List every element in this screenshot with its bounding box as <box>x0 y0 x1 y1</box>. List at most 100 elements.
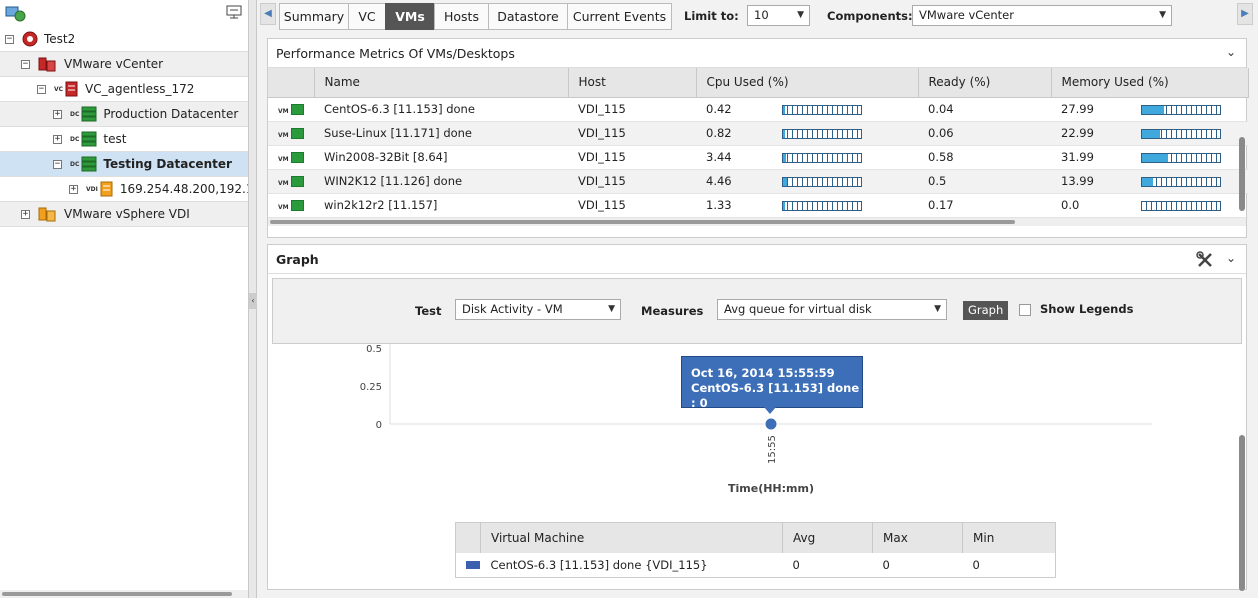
vsphere-vdi-icon <box>38 207 56 222</box>
panel-title: Graph <box>276 251 319 267</box>
vertical-scrollbar[interactable] <box>1239 137 1245 211</box>
test-select[interactable]: Disk Activity - VM ▼ <box>455 299 621 320</box>
vm-host: VDI_115 <box>568 145 696 170</box>
cpu-cell: 4.46 <box>696 169 918 194</box>
graph-filter-box: Test Disk Activity - VM ▼ Measures Avg q… <box>272 278 1242 344</box>
panel-splitter[interactable]: ‹ <box>249 0 257 598</box>
chevron-down-icon: ▼ <box>608 304 615 314</box>
table-row[interactable]: VM CentOS-6.3 [11.153] done VDI_115 0.42 0.0… <box>268 97 1248 122</box>
collapse-toggle[interactable]: − <box>21 59 30 69</box>
collapse-toggle[interactable]: − <box>5 34 14 44</box>
tab-datastore[interactable]: Datastore <box>488 3 568 30</box>
column-header-memory[interactable]: Memory Used (%) <box>1051 68 1249 98</box>
y-tick-label: 0 <box>376 420 382 431</box>
vm-tag: VM <box>278 204 289 211</box>
vm-name: win2k12r2 [11.157] <box>314 193 568 218</box>
column-header-host[interactable]: Host <box>568 68 697 98</box>
panel-header: Graph ⌄ <box>268 245 1246 274</box>
scroll-right-icon[interactable]: ▶ <box>1237 3 1253 25</box>
expand-toggle[interactable]: + <box>21 209 30 219</box>
memory-value: 22.99 <box>1061 126 1094 140</box>
y-tick-label: 0.25 <box>360 382 382 393</box>
tree-item-label: VC_agentless_172 <box>85 82 195 96</box>
table-row[interactable]: VM Suse-Linux [11.171] done VDI_115 0.82 0.0… <box>268 121 1248 146</box>
cpu-cell: 0.42 <box>696 97 918 122</box>
vm-tag: VM <box>278 108 289 115</box>
cpu-meter <box>782 200 862 211</box>
column-header-ready[interactable]: Ready (%) <box>918 68 1052 98</box>
vcenter-icon <box>38 57 56 72</box>
collapse-toggle[interactable]: − <box>37 84 46 94</box>
tree-item-label: Test2 <box>44 32 76 46</box>
legend-header-vm: Virtual Machine <box>480 522 783 553</box>
memory-cell: 27.99 <box>1051 97 1248 122</box>
tab-current-events[interactable]: Current Events <box>567 3 672 30</box>
tree-item-test2[interactable]: − Test2 <box>0 27 248 52</box>
chevron-down-icon: ▼ <box>934 304 941 314</box>
horizontal-scrollbar[interactable] <box>268 217 1246 226</box>
expand-toggle[interactable]: + <box>53 109 62 119</box>
tree-item-testing-datacenter[interactable]: − DC Testing Datacenter <box>0 152 248 177</box>
tab-vc[interactable]: VC <box>348 3 386 30</box>
vm-host: VDI_115 <box>568 97 696 122</box>
tooltip-time: Oct 16, 2014 15:55:59 <box>691 366 835 380</box>
vm-tag: VM <box>278 156 289 163</box>
cpu-meter-fill <box>783 153 786 162</box>
table-row[interactable]: VM Win2008-32Bit [8.64] VDI_115 3.44 0.58 31.… <box>268 145 1248 170</box>
tree-item-label: Production Datacenter <box>103 107 239 121</box>
tools-icon[interactable] <box>1196 251 1214 269</box>
limit-value: 10 <box>754 8 769 22</box>
tab-hosts[interactable]: Hosts <box>434 3 489 30</box>
vdi-server-icon <box>100 181 113 197</box>
components-label: Components: <box>827 9 913 23</box>
memory-meter-fill <box>1142 129 1161 138</box>
tree-item-vc-agentless[interactable]: − VC VC_agentless_172 <box>0 77 248 102</box>
cpu-value: 0.42 <box>706 102 732 116</box>
cpu-value: 0.82 <box>706 126 732 140</box>
show-legends-checkbox[interactable] <box>1019 304 1031 316</box>
scroll-left-icon[interactable]: ◀ <box>260 3 276 25</box>
column-header-cpu[interactable]: Cpu Used (%) <box>696 68 919 98</box>
vm-icon <box>290 104 304 115</box>
vm-name: Suse-Linux [11.171] done <box>314 121 568 146</box>
dc-tag: DC <box>70 135 80 143</box>
expand-toggle[interactable]: + <box>69 184 78 194</box>
limit-label: Limit to: <box>684 9 739 23</box>
components-value: VMware vCenter <box>919 8 1014 22</box>
data-point <box>764 417 778 431</box>
limit-select[interactable]: 10 ▼ <box>747 5 810 26</box>
chevron-down-icon[interactable]: ⌄ <box>1226 45 1236 59</box>
chevron-down-icon[interactable]: ⌄ <box>1226 251 1236 265</box>
table-row[interactable]: VM WIN2K12 [11.126] done VDI_115 4.46 0.5 13.… <box>268 169 1248 194</box>
memory-meter-fill <box>1142 153 1168 162</box>
table-row[interactable]: VM win2k12r2 [11.157] VDI_115 1.33 0.17 0.0 <box>268 193 1248 218</box>
vm-icon-cell: VM <box>268 145 314 170</box>
expand-toggle[interactable]: + <box>53 134 62 144</box>
tree-item-vmware-vcenter[interactable]: − VMware vCenter <box>0 52 248 77</box>
memory-meter-fill <box>1142 177 1154 186</box>
collapse-left-icon[interactable]: ‹ <box>249 293 257 309</box>
tab-vms[interactable]: VMs <box>385 3 435 30</box>
legend-row: CentOS-6.3 [11.153] done {VDI_115} 0 0 0 <box>456 553 1056 578</box>
column-header-name[interactable]: Name <box>314 68 569 98</box>
tab-summary[interactable]: Summary <box>279 3 349 30</box>
graph-panel: Graph ⌄ Test Disk Activity - VM ▼ Measur… <box>267 244 1247 591</box>
vm-icon <box>290 152 304 163</box>
tree-item-production-datacenter[interactable]: + DC Production Datacenter <box>0 102 248 127</box>
cpu-meter-fill <box>783 201 785 210</box>
cpu-meter <box>782 176 862 187</box>
tree-item-label: Testing Datacenter <box>103 157 232 171</box>
graph-button[interactable]: Graph <box>963 301 1009 320</box>
collapse-toggle[interactable]: − <box>53 159 62 169</box>
test-label: Test <box>415 304 442 318</box>
tree-item-vdi-host[interactable]: + VDI 169.254.48.200,192.16 <box>0 177 248 202</box>
tree-item-test[interactable]: + DC test <box>0 127 248 152</box>
memory-meter <box>1141 176 1221 187</box>
tree-item-vmware-vsphere-vdi[interactable]: + VMware vSphere VDI <box>0 202 248 227</box>
memory-value: 31.99 <box>1061 150 1094 164</box>
measures-select[interactable]: Avg queue for virtual disk ▼ <box>717 299 947 320</box>
components-select[interactable]: VMware vCenter ▼ <box>912 5 1172 26</box>
horizontal-scrollbar[interactable] <box>0 590 248 598</box>
vertical-scrollbar[interactable] <box>1239 435 1245 591</box>
monitor-settings-icon[interactable] <box>226 5 242 19</box>
